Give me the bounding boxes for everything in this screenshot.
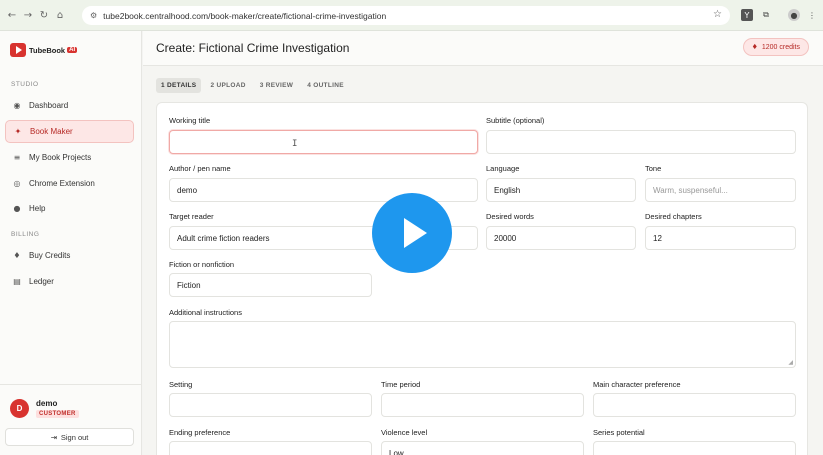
menu-kebab-icon[interactable]: ⋮	[806, 9, 818, 21]
fiction-nonfiction-select[interactable]: Fiction	[169, 273, 372, 297]
tab-details[interactable]: 1 DETAILS	[156, 78, 202, 93]
sign-out-label: Sign out	[60, 432, 89, 442]
sidebar-item-book-maker[interactable]: ✦ Book Maker	[5, 120, 134, 143]
language-label: Language	[486, 164, 520, 173]
puzzle-icon[interactable]: ⧉	[760, 9, 772, 21]
subtitle-label: Subtitle (optional)	[486, 116, 545, 125]
browser-toolbar: ← → ↻ ⌂ ⚙ tube2book.centralhood.com/book…	[0, 0, 823, 31]
credits-badge[interactable]: ♦ 1200 credits	[742, 38, 809, 56]
sidebar-item-label: Help	[29, 204, 46, 213]
additional-instructions-textarea[interactable]: ◢	[169, 321, 796, 368]
tab-outline[interactable]: 4 OUTLINE	[302, 78, 349, 93]
subtitle-input[interactable]	[486, 130, 796, 154]
sidebar-item-ledger[interactable]: ▤ Ledger	[5, 270, 134, 293]
sidebar-item-label: Chrome Extension	[29, 179, 95, 188]
working-title-label: Working title	[169, 116, 211, 125]
user-name: demo	[36, 399, 58, 408]
sidebar-item-label: Ledger	[29, 277, 54, 286]
sidebar: TubeBook AI STUDIO ◉ Dashboard ✦ Book Ma…	[0, 31, 142, 455]
desired-words-label: Desired words	[486, 212, 534, 221]
step-tabs: 1 DETAILS 2 UPLOAD 3 REVIEW 4 OUTLINE	[156, 78, 353, 93]
ledger-icon: ▤	[13, 277, 21, 286]
logo-play-icon	[10, 43, 26, 57]
violence-level-select[interactable]: Low	[381, 441, 584, 455]
text-cursor-icon: I	[292, 139, 298, 149]
chrome-icon: ◎	[13, 179, 21, 188]
fiction-nonfiction-label: Fiction or nonfiction	[169, 260, 235, 269]
dashboard-icon: ◉	[13, 101, 21, 110]
ending-preference-label: Ending preference	[169, 428, 231, 437]
desired-words-input[interactable]: 20000	[486, 226, 636, 250]
language-input[interactable]: English	[486, 178, 636, 202]
stack-icon: ≡	[13, 153, 21, 162]
user-role-badge: CUSTOMER	[36, 410, 79, 418]
tab-upload[interactable]: 2 UPLOAD	[205, 78, 250, 93]
ending-preference-input[interactable]	[169, 441, 372, 455]
sidebar-item-help[interactable]: ● Help	[5, 197, 134, 220]
credits-label: 1200 credits	[761, 43, 800, 51]
details-form: Working title I Subtitle (optional) Auth…	[156, 102, 808, 455]
series-potential-label: Series potential	[593, 428, 645, 437]
sidebar-item-dashboard[interactable]: ◉ Dashboard	[5, 94, 134, 117]
sidebar-item-label: Buy Credits	[29, 251, 71, 260]
magic-wand-icon: ✦	[14, 127, 22, 136]
play-button-icon[interactable]	[372, 193, 452, 273]
additional-instructions-label: Additional instructions	[169, 308, 242, 317]
violence-level-label: Violence level	[381, 428, 428, 437]
tone-input[interactable]: Warm, suspenseful...	[645, 178, 796, 202]
sidebar-item-chrome-extension[interactable]: ◎ Chrome Extension	[5, 172, 134, 195]
main-character-input[interactable]	[593, 393, 796, 417]
resize-handle-icon[interactable]: ◢	[788, 359, 793, 366]
sign-out-icon: ⇥	[50, 432, 57, 442]
gem-icon: ♦	[751, 43, 758, 51]
sidebar-item-buy-credits[interactable]: ♦ Buy Credits	[5, 244, 134, 267]
sidebar-item-label: My Book Projects	[29, 153, 92, 162]
section-label-billing: BILLING	[11, 231, 40, 238]
working-title-input[interactable]	[169, 130, 478, 154]
desired-chapters-label: Desired chapters	[645, 212, 702, 221]
help-icon: ●	[13, 204, 21, 213]
sign-out-button[interactable]: ⇥ Sign out	[5, 428, 134, 446]
target-reader-label: Target reader	[169, 212, 214, 221]
page-title: Create: Fictional Crime Investigation	[156, 41, 350, 55]
main-content: Create: Fictional Crime Investigation ♦ …	[143, 31, 823, 455]
section-label-studio: STUDIO	[11, 81, 39, 88]
sidebar-item-label: Book Maker	[30, 127, 73, 136]
avatar: D	[10, 399, 29, 418]
setting-input[interactable]	[169, 393, 372, 417]
home-icon[interactable]: ⌂	[52, 7, 68, 23]
forward-icon[interactable]: →	[20, 7, 36, 23]
page-header: Create: Fictional Crime Investigation ♦ …	[143, 31, 823, 66]
brand-badge: AI	[67, 47, 78, 53]
author-label: Author / pen name	[169, 164, 231, 173]
reload-icon[interactable]: ↻	[36, 7, 52, 23]
site-info-icon[interactable]: ⚙	[90, 11, 97, 20]
time-period-label: Time period	[381, 380, 421, 389]
tab-review[interactable]: 3 REVIEW	[255, 78, 298, 93]
bookmark-star-icon[interactable]: ☆	[713, 9, 722, 20]
sidebar-item-label: Dashboard	[29, 101, 69, 110]
main-character-label: Main character preference	[593, 380, 681, 389]
brand-logo[interactable]: TubeBook AI	[10, 43, 78, 57]
url-text: tube2book.centralhood.com/book-maker/cre…	[103, 10, 387, 21]
extension-icon[interactable]: Y	[741, 9, 753, 21]
profile-icon[interactable]: ●	[788, 9, 800, 21]
tone-label: Tone	[645, 164, 662, 173]
user-panel: D demo CUSTOMER ⇥ Sign out	[0, 384, 142, 455]
gem-icon: ♦	[13, 251, 21, 260]
setting-label: Setting	[169, 380, 193, 389]
series-potential-input[interactable]	[593, 441, 796, 455]
address-bar[interactable]: ⚙ tube2book.centralhood.com/book-maker/c…	[82, 6, 730, 25]
desired-chapters-input[interactable]: 12	[645, 226, 796, 250]
time-period-input[interactable]	[381, 393, 584, 417]
back-icon[interactable]: ←	[4, 7, 20, 23]
brand-name: TubeBook	[29, 45, 66, 55]
sidebar-item-my-book-projects[interactable]: ≡ My Book Projects	[5, 146, 134, 169]
